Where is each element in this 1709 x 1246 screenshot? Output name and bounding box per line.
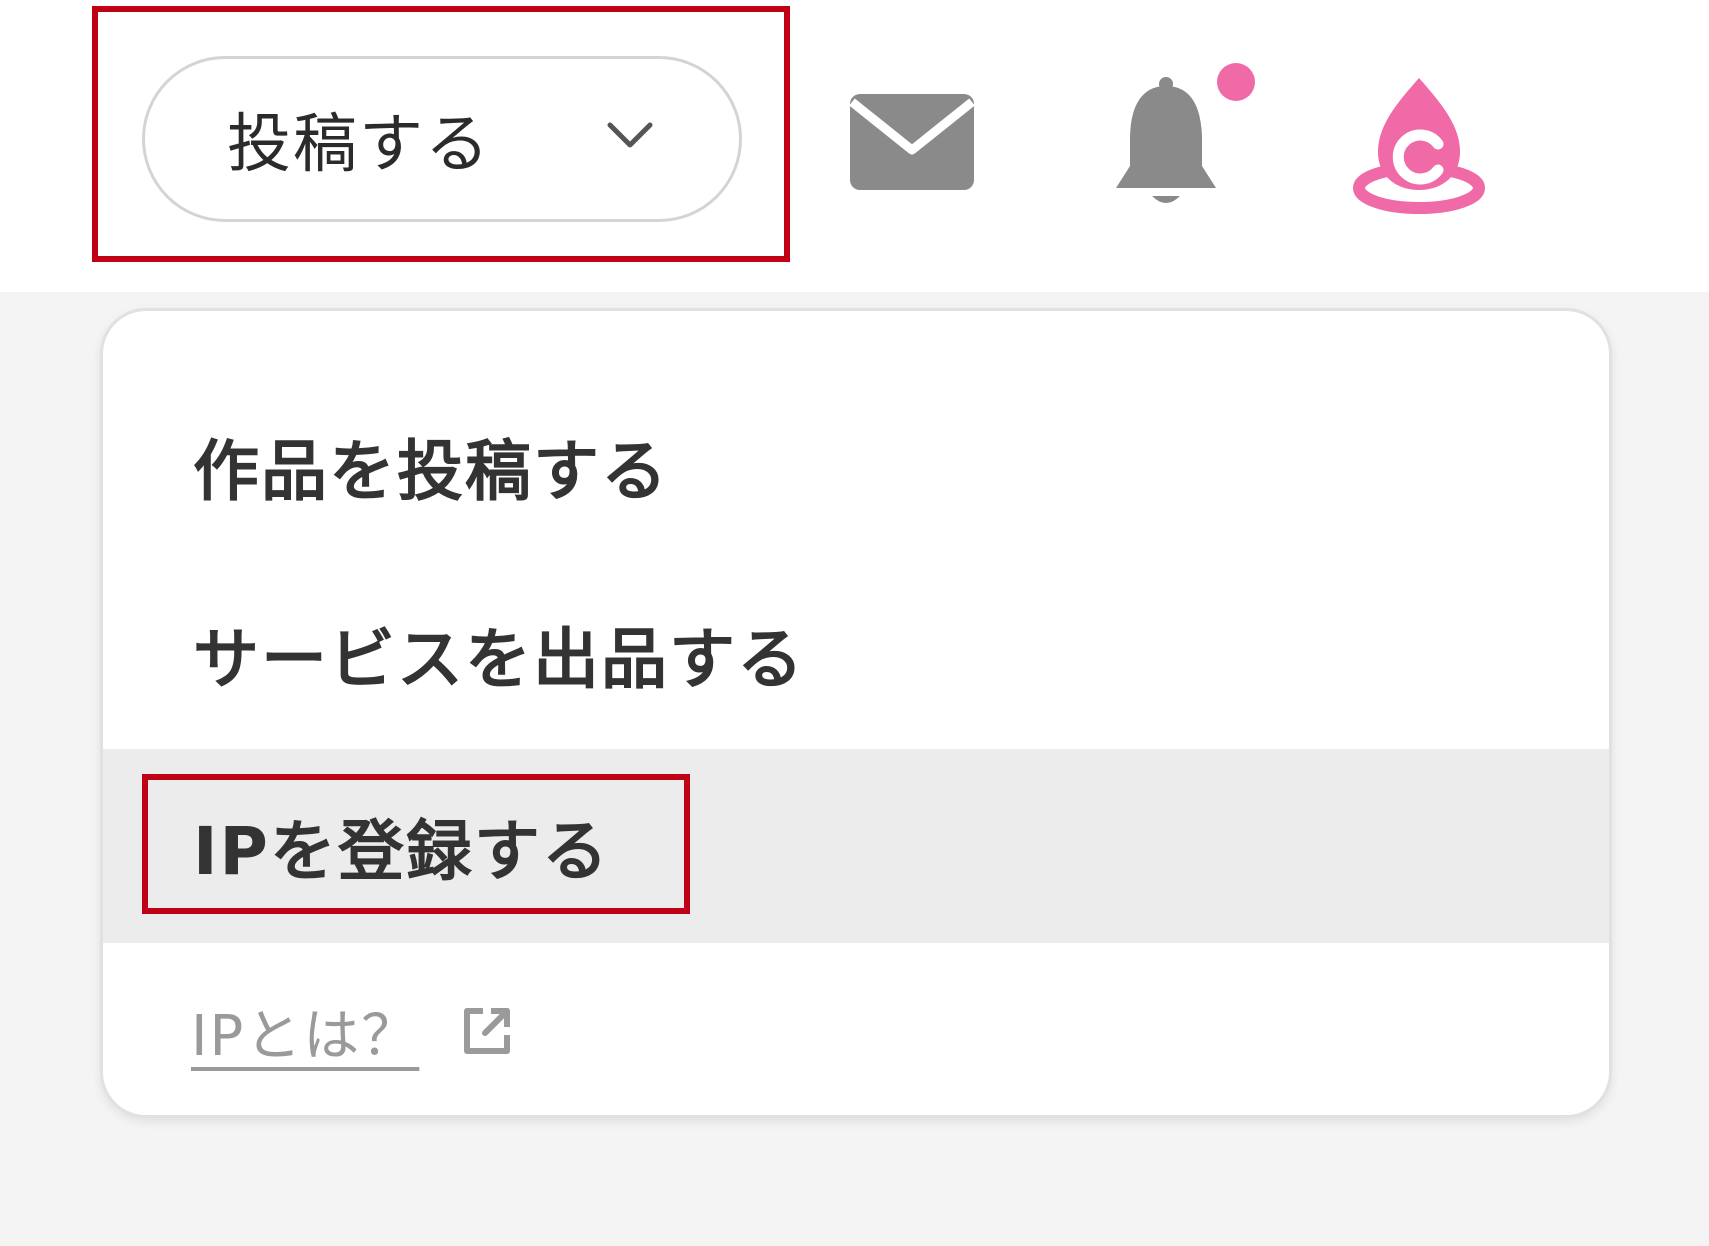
external-link-icon[interactable] (459, 1003, 515, 1059)
notification-badge (1217, 63, 1255, 101)
user-avatar-icon[interactable] (1334, 70, 1504, 220)
chevron-down-icon (607, 122, 653, 148)
menu-item-register-ip[interactable]: IPを登録する (103, 749, 1609, 943)
mail-icon[interactable] (848, 92, 976, 192)
menu-item-label: サービスを出品する (193, 621, 805, 698)
menu-item-label: 作品を投稿する (193, 433, 669, 510)
ip-help-row: IPとは？ (191, 991, 515, 1071)
ip-help-link[interactable]: IPとは？ (191, 991, 419, 1072)
menu-item-label: IPを登録する (193, 813, 610, 890)
post-button[interactable]: 投稿する (142, 56, 742, 222)
menu-item-post-work[interactable]: 作品を投稿する (103, 391, 1609, 541)
menu-item-list-service[interactable]: サービスを出品する (103, 579, 1609, 729)
post-dropdown-menu: 作品を投稿する サービスを出品する IPを登録する IPとは？ (100, 308, 1612, 1118)
post-button-label: 投稿する (227, 108, 491, 182)
bell-icon[interactable] (1108, 74, 1224, 212)
